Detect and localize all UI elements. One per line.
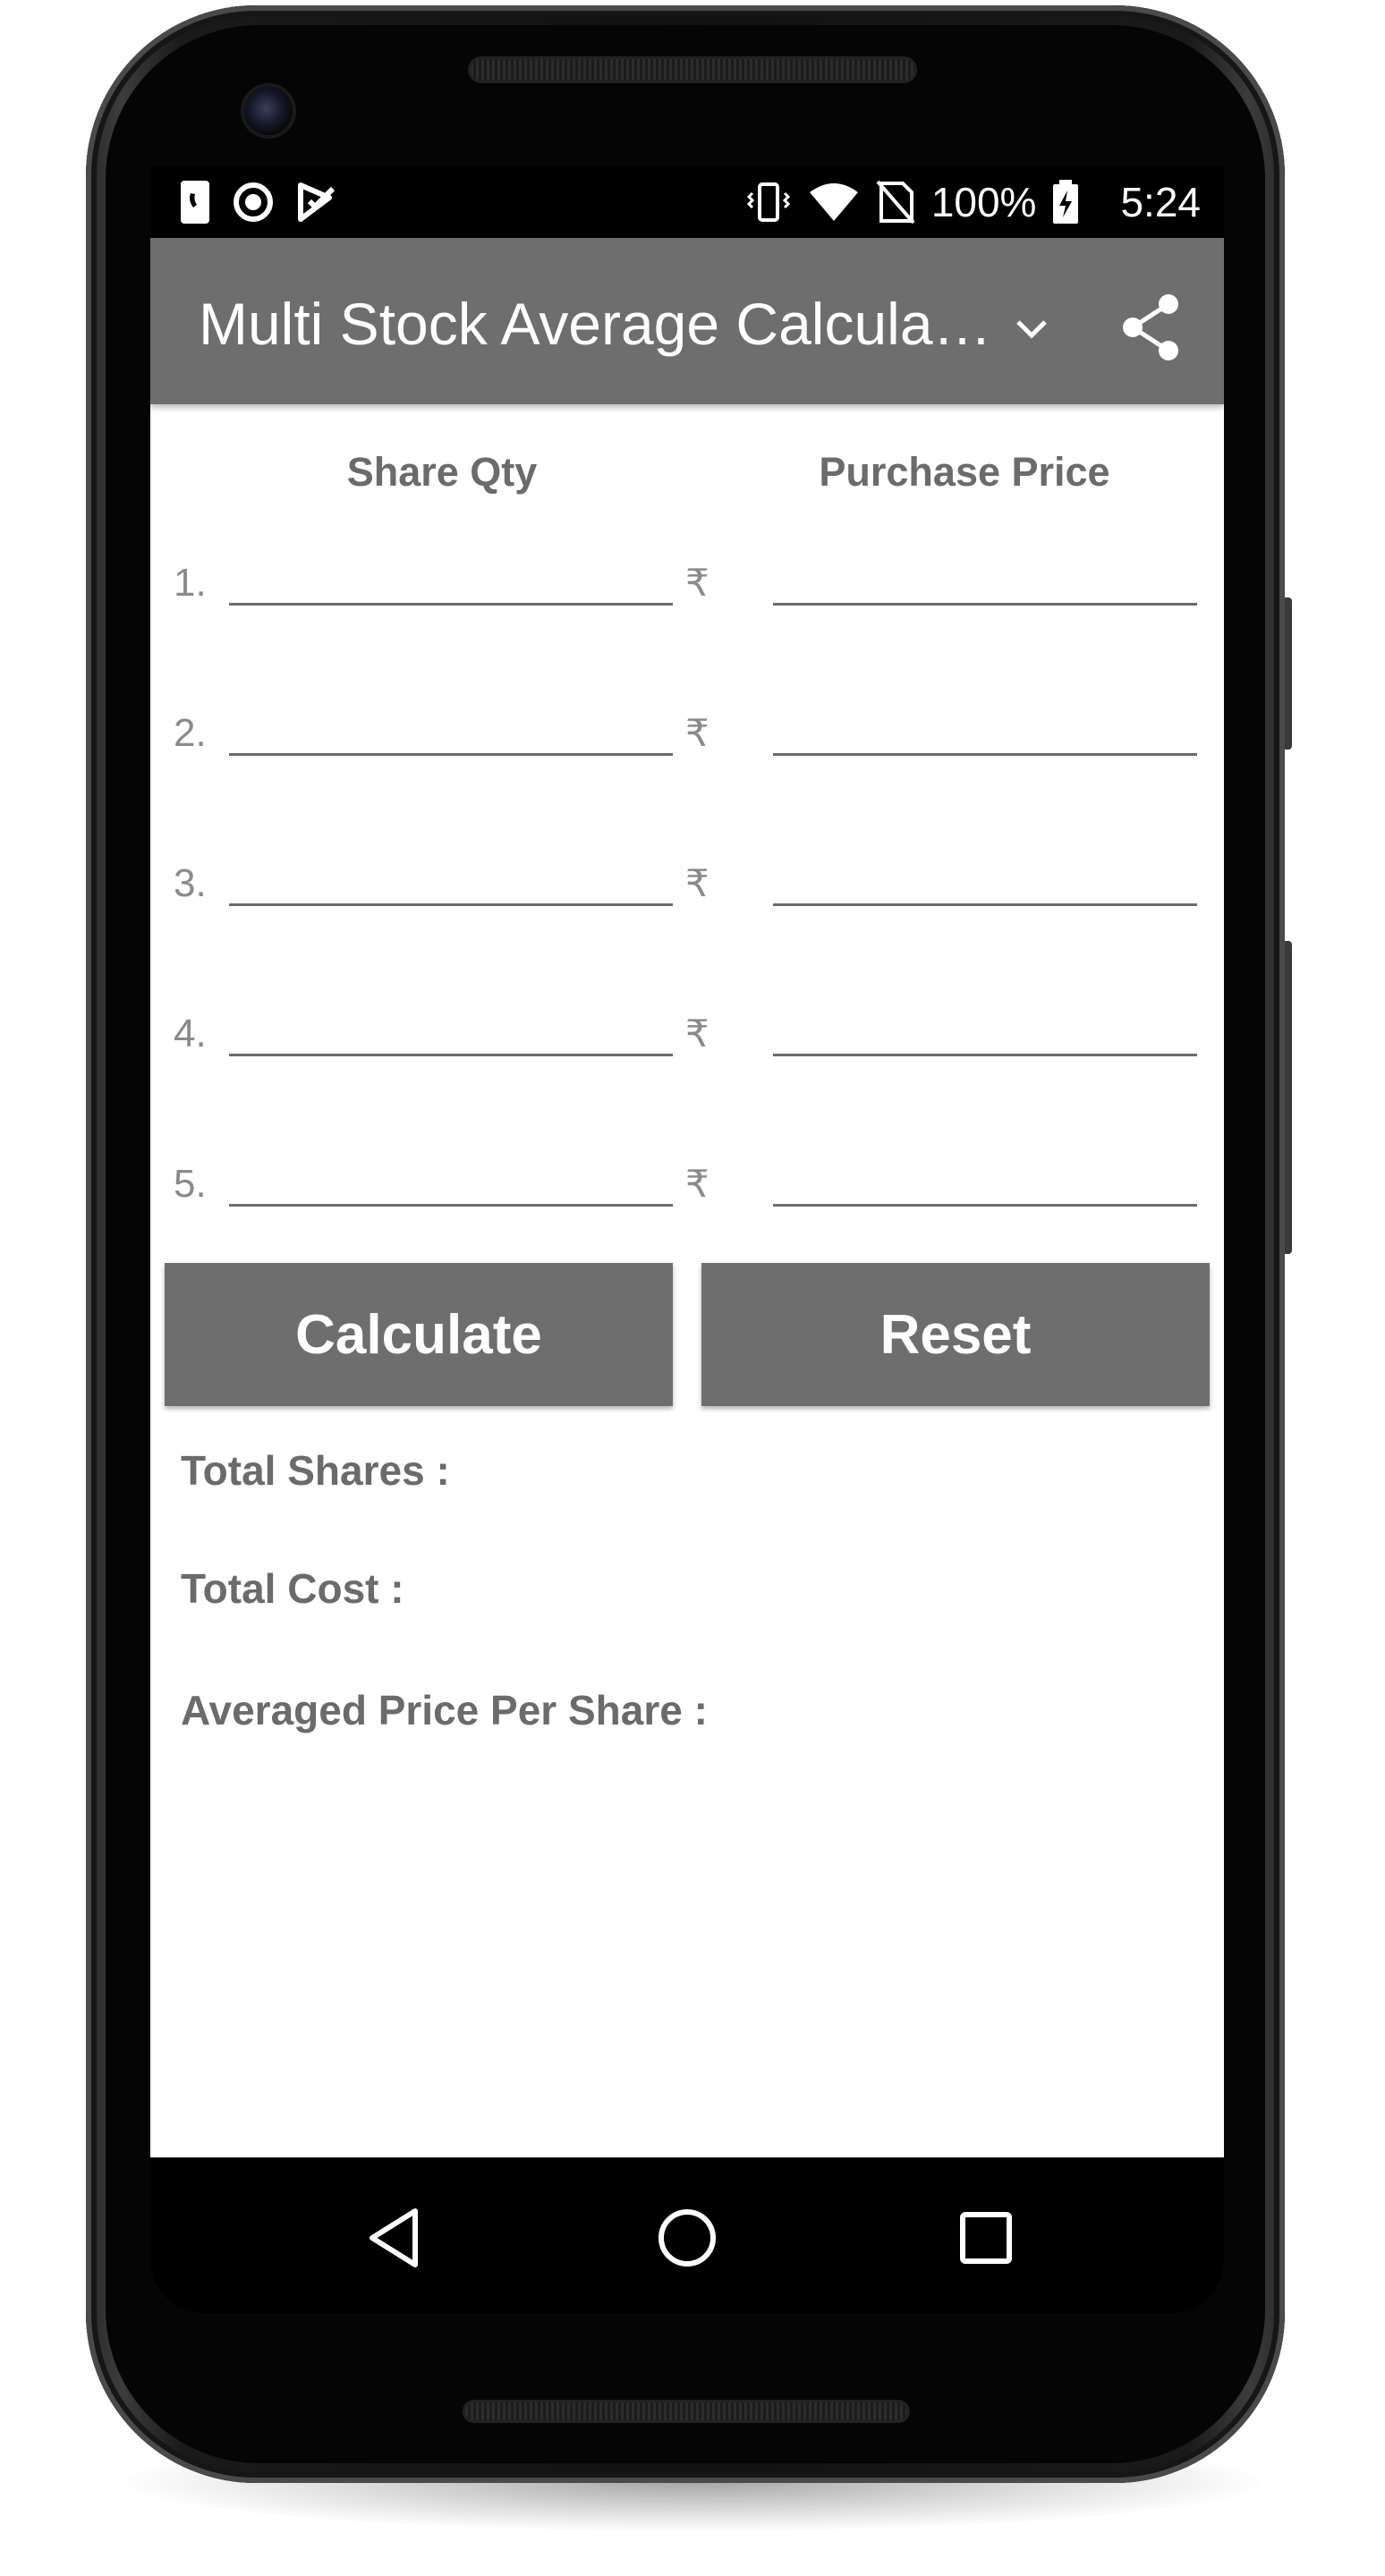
rupee-symbol: ₹	[685, 862, 709, 904]
row-number: 3.	[174, 861, 207, 905]
top-speaker	[471, 59, 914, 80]
rupee-symbol: ₹	[685, 562, 709, 604]
rupee-symbol: ₹	[685, 1163, 709, 1205]
status-system: 100% 5:24	[745, 175, 1201, 229]
wifi-icon	[809, 183, 858, 221]
vibrate-icon	[746, 182, 790, 222]
rupee-symbol: ₹	[685, 712, 709, 754]
purchase-price-input-4[interactable]	[773, 991, 1197, 1056]
share-qty-input-4[interactable]	[229, 991, 673, 1056]
app-toolbar: Multi Stock Average Calcula…	[150, 238, 1224, 404]
battery-charging-icon	[1053, 180, 1079, 224]
front-camera	[244, 87, 293, 135]
purchase-price-input-5[interactable]	[773, 1141, 1197, 1207]
share-qty-header: Share Qty	[346, 449, 538, 495]
share-qty-input-2[interactable]	[229, 691, 673, 756]
no-sim-icon	[876, 180, 915, 225]
home-icon[interactable]	[651, 2202, 723, 2274]
purchase-price-input-2[interactable]	[773, 691, 1197, 756]
row-number: 1.	[174, 561, 207, 605]
bottom-speaker	[465, 2402, 907, 2420]
reset-button[interactable]: Reset	[701, 1263, 1210, 1406]
total-cost-label: Total Cost :	[181, 1565, 404, 1612]
purchase-price-header: Purchase Price	[819, 449, 1110, 495]
share-qty-input-1[interactable]	[229, 540, 673, 606]
chevron-down-icon[interactable]	[1009, 306, 1054, 351]
row-number: 2.	[174, 711, 207, 755]
share-qty-input-3[interactable]	[229, 841, 673, 906]
navigation-bar	[150, 2157, 1224, 2313]
phone-app-icon	[181, 181, 209, 224]
rupee-symbol: ₹	[685, 1013, 709, 1055]
stage: 100% 5:24 Multi Stock Average Calcula… S…	[0, 0, 1385, 2576]
task-check-icon	[298, 182, 336, 222]
total-shares-label: Total Shares :	[181, 1447, 450, 1494]
calculator-form: Share Qty Purchase Price 1. ₹ 2. ₹ 3. ₹ …	[150, 404, 1224, 2157]
average-price-label: Averaged Price Per Share :	[181, 1687, 708, 1733]
device-screen: 100% 5:24 Multi Stock Average Calcula… S…	[150, 166, 1224, 2313]
purchase-price-input-3[interactable]	[773, 841, 1197, 906]
status-notifications	[177, 179, 338, 225]
calculate-button[interactable]: Calculate	[165, 1263, 673, 1406]
share-qty-input-5[interactable]	[229, 1141, 673, 1207]
record-icon	[234, 182, 273, 222]
page-title: Multi Stock Average Calcula…	[199, 291, 992, 357]
share-icon[interactable]	[1117, 292, 1188, 363]
back-icon[interactable]	[361, 2202, 433, 2274]
row-number: 5.	[174, 1162, 207, 1206]
clock: 5:24	[1120, 179, 1201, 225]
status-bar: 100% 5:24	[150, 166, 1224, 238]
recents-icon[interactable]	[950, 2202, 1022, 2274]
purchase-price-input-1[interactable]	[773, 540, 1197, 606]
row-number: 4.	[174, 1012, 207, 1055]
battery-percent: 100%	[930, 179, 1037, 225]
